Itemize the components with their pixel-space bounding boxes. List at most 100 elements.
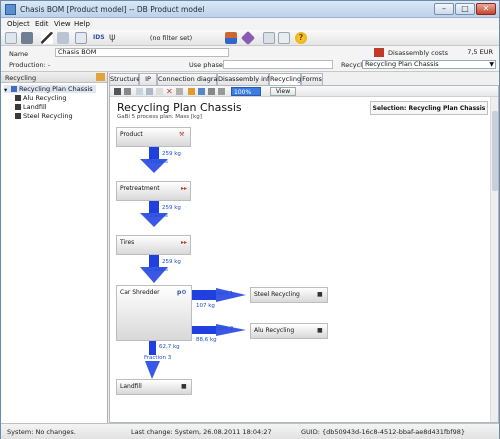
tab-disassembly-info[interactable]: Disassembly info (217, 73, 273, 85)
antenna-icon[interactable]: ψ (109, 32, 121, 44)
text-icon[interactable] (208, 88, 215, 95)
tree-item-steel-recycling[interactable]: Steel Recycling (15, 112, 73, 120)
chassis-flow-3-label: Chassis (147, 267, 168, 273)
tab-forms[interactable]: Forms (301, 73, 323, 85)
view-button[interactable]: View (270, 87, 296, 96)
layout-icon[interactable] (218, 88, 225, 95)
tree-item-alu-recycling[interactable]: Alu Recycling (15, 94, 67, 102)
menu-edit[interactable]: Edit (35, 20, 49, 28)
maximize-button[interactable]: □ (455, 3, 475, 15)
list-icon[interactable] (75, 32, 87, 44)
tools-icon[interactable] (57, 32, 69, 44)
process-label: Tires (120, 239, 135, 246)
copy-icon[interactable] (146, 88, 153, 95)
status-left: System: No changes. (7, 428, 76, 436)
process-icon (15, 113, 21, 119)
help-icon[interactable]: ? (295, 32, 307, 44)
title-bar: Chasis BOM [Product model] -- DB Product… (1, 1, 499, 18)
zoom-select[interactable]: 100% (231, 87, 261, 96)
plan-canvas[interactable]: Recycling Plan Chassis GaBi 5 process pl… (110, 97, 490, 422)
window-icon[interactable] (263, 32, 275, 44)
tree-item-label: Recycling Plan Chassis (19, 85, 93, 93)
tab-structure[interactable]: Structure (109, 73, 140, 85)
process-product[interactable]: Product ⚒ (116, 127, 191, 147)
cut-icon[interactable] (136, 88, 143, 95)
chassis-flow-2-stem[interactable] (149, 201, 159, 213)
process-steel-recycling[interactable]: Steel Recycling ■ (250, 287, 328, 303)
status-guid: GUID: {db50943d-16c8-4512-bbaf-ae8d431fb… (301, 428, 465, 436)
navigation-header-label: Recycling (5, 74, 37, 82)
process-icon[interactable] (198, 88, 205, 95)
fraction-3-qty: 62,7 kg (159, 344, 180, 350)
chart-icon[interactable] (41, 32, 53, 44)
folder-icon[interactable] (278, 32, 290, 44)
tag-icon[interactable] (240, 30, 256, 46)
fraction-3-label: Fraction 3 (144, 355, 172, 361)
process-alu-recycling[interactable]: Alu Recycling ■ (250, 323, 328, 339)
status-last-change: Last change: System, 26.08.2011 18:04:27 (131, 428, 272, 436)
save-icon[interactable] (21, 32, 33, 44)
chassis-flow-3-qty: 259 kg (162, 259, 181, 265)
tab-bar: Structure IP Connection diagram Disassem… (109, 73, 499, 86)
tree-item-landfill[interactable]: Landfill (15, 103, 47, 111)
process-type-icon: ▸▸ (181, 185, 188, 192)
filter-status[interactable]: (no filter set) (122, 32, 220, 44)
production-label: Production: - (9, 61, 51, 69)
tree-item-label: Alu Recycling (23, 94, 67, 102)
vertical-scrollbar[interactable] (490, 97, 498, 422)
process-type-icon: ■ (317, 327, 323, 334)
save-icon[interactable] (114, 88, 121, 95)
paste-icon[interactable] (156, 88, 163, 95)
menu-object[interactable]: Object (7, 20, 30, 28)
navigation-panel: Recycling ▾ Recycling Plan Chassis Alu Re… (1, 72, 108, 423)
process-landfill[interactable]: Landfill ■ (116, 379, 192, 395)
process-tires[interactable]: Tires ▸▸ (116, 235, 191, 255)
menu-help[interactable]: Help (74, 20, 90, 28)
fraction-3-arrow[interactable] (145, 361, 160, 379)
align-icon[interactable] (176, 88, 183, 95)
folder-icon[interactable] (96, 73, 105, 81)
process-icon (15, 104, 21, 110)
properties-bar: Name Chasis BOM Disassembly costs 7,5 EU… (1, 46, 499, 72)
process-label: Alu Recycling (254, 327, 295, 334)
tab-ip[interactable]: IP (139, 73, 157, 85)
status-bar: System: No changes. Last change: System,… (1, 423, 499, 439)
scrollbar-thumb[interactable] (492, 111, 498, 191)
process-label: Product (120, 131, 143, 138)
tab-connection-diagram[interactable]: Connection diagram (157, 73, 224, 85)
recycling-select-value: Recycling Plan Chassis (365, 60, 439, 68)
menu-view[interactable]: View (54, 20, 71, 28)
navigation-header: Recycling (1, 72, 107, 83)
flow-icon[interactable] (188, 88, 195, 95)
app-icon (5, 4, 16, 15)
disassembly-costs-label: Disassembly costs (388, 49, 449, 57)
main-toolbar: IDS ψ (no filter set) ? (1, 30, 499, 46)
recycling-select[interactable]: Recycling Plan Chassis ▼ (362, 60, 496, 69)
expand-icon[interactable]: ▾ (4, 86, 9, 94)
grid-icon[interactable] (225, 32, 237, 44)
fraction-1-label: Fraction 1 (206, 291, 234, 297)
process-pretreatment[interactable]: Pretreatment ▸▸ (116, 181, 191, 201)
chassis-flow-1-stem[interactable] (149, 147, 159, 159)
process-type-icon: ■ (317, 291, 323, 298)
fraction-1-qty: 107 kg (196, 303, 215, 309)
minimize-button[interactable]: – (434, 3, 454, 15)
delete-icon[interactable]: ✕ (166, 88, 173, 96)
app-window: Chasis BOM [Product model] -- DB Product… (0, 0, 500, 439)
chassis-flow-3-stem[interactable] (149, 255, 159, 267)
process-car-shredder[interactable]: Car Shredder p⚙ (116, 285, 192, 341)
name-field[interactable]: Chasis BOM (55, 48, 229, 57)
chassis-flow-2-label: Chassis (147, 213, 168, 219)
print-icon[interactable] (124, 88, 131, 95)
name-label: Name (9, 50, 29, 58)
ids-icon[interactable]: IDS (93, 32, 107, 44)
tree-item-recycling-plan-chassis[interactable]: ▾ Recycling Plan Chassis (4, 85, 96, 94)
chevron-down-icon: ▼ (489, 61, 494, 68)
process-label: Car Shredder (120, 289, 160, 296)
close-button[interactable]: ✕ (476, 3, 496, 15)
process-icon (15, 95, 21, 101)
chassis-flow-1-label: Chassis (147, 159, 168, 165)
disassembly-costs-value: 7,5 EUR (467, 48, 493, 56)
new-icon[interactable] (5, 32, 17, 44)
use-phase-field[interactable] (223, 60, 333, 69)
